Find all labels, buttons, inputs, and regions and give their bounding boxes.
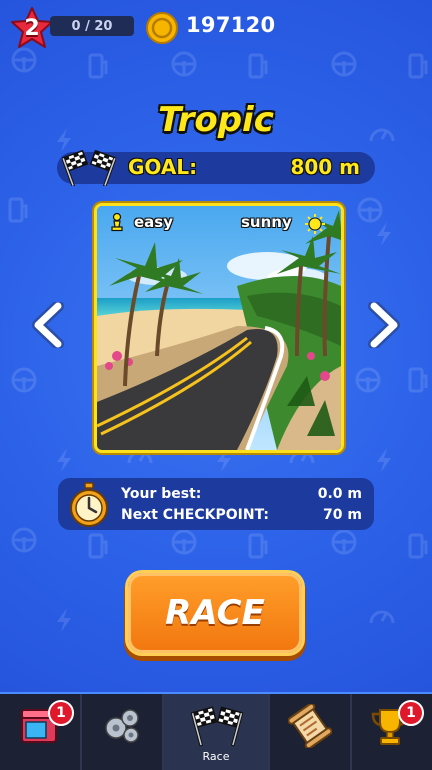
level-number: 2 [24, 15, 40, 41]
difficulty-label: easy [134, 213, 174, 231]
shop-notification-badge: 1 [48, 700, 74, 726]
checkpoint-label: Next CHECKPOINT: [121, 507, 269, 523]
previous-track-arrow-icon[interactable] [30, 302, 68, 348]
stopwatch-icon [70, 482, 108, 527]
top-bar: 2 0 / 20 197120 [0, 0, 432, 56]
goal-label: GOAL: [128, 155, 198, 179]
gears-icon [105, 709, 139, 743]
nav-race-label: Race [202, 750, 230, 763]
checkered-flags-icon [190, 706, 244, 747]
trophy-notification-badge: 1 [398, 700, 424, 726]
chess-pawn-icon [111, 212, 123, 232]
best-value: 0.0 m [317, 486, 362, 502]
checkered-flags-icon [62, 150, 116, 186]
nav-race[interactable]: Race [164, 694, 268, 770]
next-track-arrow-icon[interactable] [364, 302, 402, 348]
sun-icon [305, 214, 325, 234]
nav-map[interactable] [270, 694, 350, 770]
goal-value: 800 m [290, 155, 360, 179]
coin-icon [146, 12, 178, 44]
weather-label: sunny [241, 213, 292, 231]
best-label: Your best: [121, 486, 202, 502]
track-preview-card[interactable] [94, 203, 344, 453]
coin-balance: 197120 [186, 13, 276, 37]
nav-upgrades[interactable] [82, 694, 162, 770]
race-button[interactable]: RACE [128, 573, 302, 653]
track-title: Tropic [158, 100, 274, 140]
scroll-map-icon [288, 704, 332, 748]
checkpoint-value: 70 m [323, 507, 362, 523]
level-progress: 0 / 20 [50, 16, 134, 36]
track-preview-image [97, 206, 341, 450]
